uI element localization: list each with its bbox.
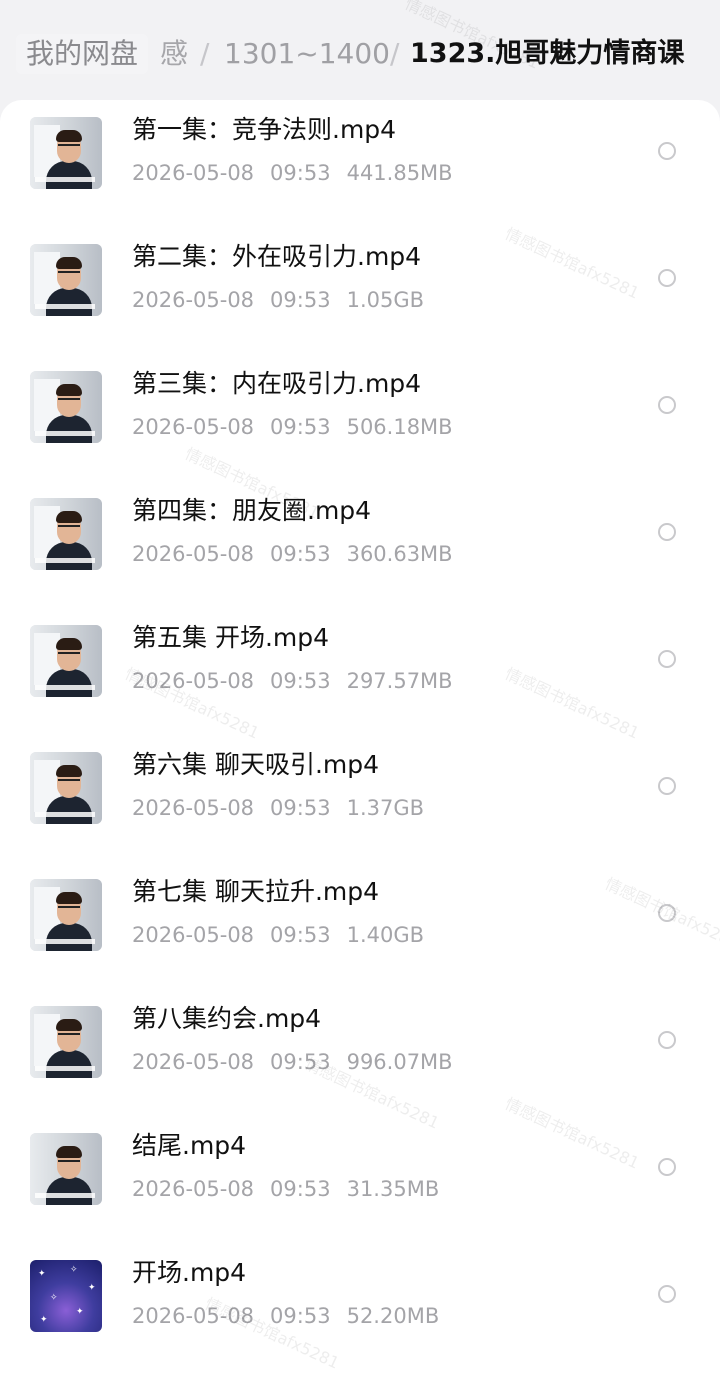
file-date: 2026-05-08 bbox=[132, 1304, 255, 1328]
video-thumbnail bbox=[30, 1006, 102, 1078]
file-meta: 2026-05-08 09:53 996.07MB bbox=[132, 1047, 469, 1077]
select-radio[interactable] bbox=[658, 1285, 676, 1303]
file-meta: 2026-05-08 09:53 506.18MB bbox=[132, 412, 469, 442]
file-name: 第三集：内在吸引力.mp4 bbox=[132, 369, 422, 398]
file-name: 开场.mp4 bbox=[132, 1258, 247, 1287]
file-size: 52.20MB bbox=[346, 1304, 440, 1328]
file-meta: 2026-05-08 09:53 441.85MB bbox=[132, 158, 469, 188]
space-thumbnail: ✦ ✧ ✦ ✧ ✦ ✦ bbox=[30, 1260, 102, 1332]
file-row[interactable]: 第八集约会.mp4 2026-05-08 09:53 996.07MB bbox=[0, 989, 720, 1116]
file-name: 第六集 聊天吸引.mp4 bbox=[132, 750, 380, 779]
file-time: 09:53 bbox=[270, 669, 331, 693]
select-radio[interactable] bbox=[658, 650, 676, 668]
select-radio[interactable] bbox=[658, 523, 676, 541]
file-row[interactable]: 第四集：朋友圈.mp4 2026-05-08 09:53 360.63MB bbox=[0, 481, 720, 608]
file-size: 1.40GB bbox=[346, 923, 425, 947]
file-name: 第五集 开场.mp4 bbox=[132, 623, 330, 652]
file-row[interactable]: 第七集 聊天拉升.mp4 2026-05-08 09:53 1.40GB bbox=[0, 862, 720, 989]
file-row[interactable]: 第二集：外在吸引力.mp4 2026-05-08 09:53 1.05GB bbox=[0, 227, 720, 354]
file-size: 506.18MB bbox=[346, 415, 453, 439]
file-time: 09:53 bbox=[270, 1177, 331, 1201]
file-name: 第二集：外在吸引力.mp4 bbox=[132, 242, 422, 271]
breadcrumb-separator: / bbox=[200, 37, 210, 70]
file-name: 第一集：竞争法则.mp4 bbox=[132, 115, 397, 144]
file-time: 09:53 bbox=[270, 796, 331, 820]
select-radio[interactable] bbox=[658, 904, 676, 922]
file-meta: 2026-05-08 09:53 360.63MB bbox=[132, 539, 469, 569]
file-size: 360.63MB bbox=[346, 542, 453, 566]
file-list: 第一集：竞争法则.mp4 2026-05-08 09:53 441.85MB 第二集… bbox=[0, 100, 720, 1378]
file-date: 2026-05-08 bbox=[132, 923, 255, 947]
breadcrumb-root[interactable]: 我的网盘 bbox=[16, 34, 149, 74]
file-time: 09:53 bbox=[270, 415, 331, 439]
file-date: 2026-05-08 bbox=[132, 1177, 255, 1201]
file-size: 1.37GB bbox=[346, 796, 425, 820]
file-row[interactable]: 第六集 聊天吸引.mp4 2026-05-08 09:53 1.37GB bbox=[0, 735, 720, 862]
file-size: 1.05GB bbox=[346, 288, 425, 312]
file-time: 09:53 bbox=[270, 923, 331, 947]
file-time: 09:53 bbox=[270, 542, 331, 566]
file-date: 2026-05-08 bbox=[132, 288, 255, 312]
file-size: 31.35MB bbox=[346, 1177, 440, 1201]
file-meta: 2026-05-08 09:53 31.35MB bbox=[132, 1174, 455, 1204]
select-radio[interactable] bbox=[658, 269, 676, 287]
video-thumbnail bbox=[30, 879, 102, 951]
file-row[interactable]: 第三集：内在吸引力.mp4 2026-05-08 09:53 506.18MB bbox=[0, 354, 720, 481]
video-thumbnail bbox=[30, 625, 102, 697]
file-meta: 2026-05-08 09:53 1.40GB bbox=[132, 920, 440, 950]
video-thumbnail bbox=[30, 752, 102, 824]
video-thumbnail bbox=[30, 117, 102, 189]
video-thumbnail bbox=[30, 244, 102, 316]
file-row[interactable]: 第一集：竞争法则.mp4 2026-05-08 09:53 441.85MB bbox=[0, 100, 720, 227]
file-time: 09:53 bbox=[270, 161, 331, 185]
file-row[interactable]: 第五集 开场.mp4 2026-05-08 09:53 297.57MB bbox=[0, 608, 720, 735]
select-radio[interactable] bbox=[658, 396, 676, 414]
video-thumbnail bbox=[30, 498, 102, 570]
breadcrumb-current: 1323.旭哥魅力情商课 bbox=[410, 38, 685, 69]
file-meta: 2026-05-08 09:53 1.37GB bbox=[132, 793, 440, 823]
file-date: 2026-05-08 bbox=[132, 542, 255, 566]
select-radio[interactable] bbox=[658, 777, 676, 795]
breadcrumb-separator: / bbox=[390, 37, 400, 70]
video-thumbnail bbox=[30, 371, 102, 443]
file-size: 996.07MB bbox=[346, 1050, 453, 1074]
file-time: 09:53 bbox=[270, 288, 331, 312]
file-name: 结尾.mp4 bbox=[132, 1131, 247, 1160]
file-row[interactable]: 结尾.mp4 2026-05-08 09:53 31.35MB bbox=[0, 1116, 720, 1243]
select-radio[interactable] bbox=[658, 1031, 676, 1049]
file-date: 2026-05-08 bbox=[132, 161, 255, 185]
file-name: 第四集：朋友圈.mp4 bbox=[132, 496, 372, 525]
select-radio[interactable] bbox=[658, 142, 676, 160]
file-date: 2026-05-08 bbox=[132, 1050, 255, 1074]
file-date: 2026-05-08 bbox=[132, 796, 255, 820]
file-row[interactable]: ✦ ✧ ✦ ✧ ✦ ✦ 开场.mp4 2026-05-08 09:53 52.20M… bbox=[0, 1243, 720, 1370]
file-name: 第八集约会.mp4 bbox=[132, 1004, 322, 1033]
file-time: 09:53 bbox=[270, 1050, 331, 1074]
file-name: 第七集 聊天拉升.mp4 bbox=[132, 877, 380, 906]
breadcrumb: 感 我的网盘 / 1301~1400 / 1323.旭哥魅力情商课 bbox=[0, 0, 720, 104]
file-meta: 2026-05-08 09:53 52.20MB bbox=[132, 1301, 455, 1331]
select-radio[interactable] bbox=[658, 1158, 676, 1176]
file-date: 2026-05-08 bbox=[132, 669, 255, 693]
file-meta: 2026-05-08 09:53 297.57MB bbox=[132, 666, 469, 696]
file-size: 441.85MB bbox=[346, 161, 453, 185]
video-thumbnail bbox=[30, 1133, 102, 1205]
file-time: 09:53 bbox=[270, 1304, 331, 1328]
file-date: 2026-05-08 bbox=[132, 415, 255, 439]
file-size: 297.57MB bbox=[346, 669, 453, 693]
breadcrumb-folder-partial[interactable]: 感 bbox=[160, 34, 188, 74]
file-meta: 2026-05-08 09:53 1.05GB bbox=[132, 285, 440, 315]
breadcrumb-folder[interactable]: 1301~1400 bbox=[224, 34, 390, 74]
